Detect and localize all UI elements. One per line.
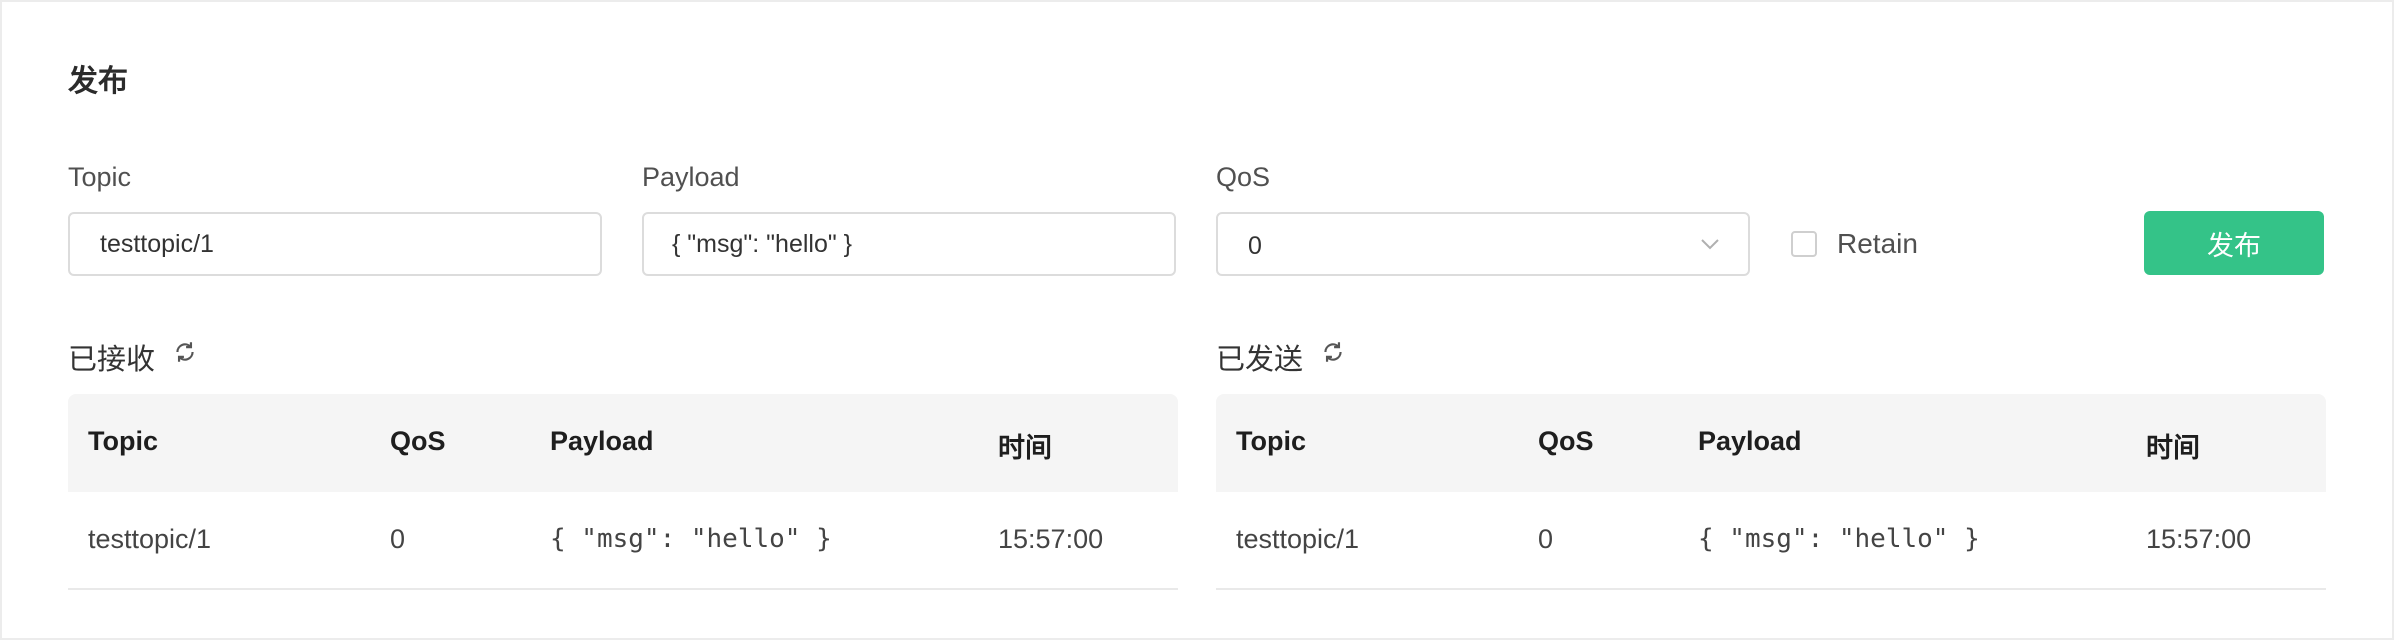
table-row[interactable]: testtopic/1 0 { "msg": "hello" } 15:57:0… <box>1216 492 2326 590</box>
qos-select[interactable]: 0 <box>1216 212 1750 276</box>
received-title: 已接收 <box>68 342 156 376</box>
cell-qos: 0 <box>1538 524 1554 554</box>
payload-input[interactable] <box>642 212 1176 276</box>
topic-label: Topic <box>68 162 132 192</box>
cell-topic: testtopic/1 <box>88 524 212 554</box>
sent-table: Topic QoS Payload 时间 testtopic/1 0 { "ms… <box>1216 394 2326 590</box>
cell-qos: 0 <box>390 524 406 554</box>
qos-selected-value: 0 <box>1248 232 1262 260</box>
cell-topic: testtopic/1 <box>1236 524 1360 554</box>
column-header-time: 时间 <box>2146 433 2200 464</box>
topic-input[interactable] <box>68 212 602 276</box>
column-header-topic: Topic <box>1236 426 1306 456</box>
chevron-down-icon <box>1701 239 1719 250</box>
payload-label: Payload <box>642 162 740 192</box>
panel-title: 发布 <box>68 64 128 99</box>
retain-label[interactable]: Retain <box>1837 228 1918 260</box>
sent-title: 已发送 <box>1216 342 1304 376</box>
column-header-qos: QoS <box>1538 426 1594 456</box>
qos-label: QoS <box>1216 162 1271 192</box>
table-header: Topic QoS Payload 时间 <box>1216 394 2326 492</box>
column-header-payload: Payload <box>1698 426 1802 456</box>
column-header-topic: Topic <box>88 426 158 456</box>
table-header: Topic QoS Payload 时间 <box>68 394 1178 492</box>
cell-time: 15:57:00 <box>2146 524 2252 554</box>
column-header-qos: QoS <box>390 426 446 456</box>
refresh-icon[interactable] <box>1320 339 1346 365</box>
received-table: Topic QoS Payload 时间 testtopic/1 0 { "ms… <box>68 394 1178 590</box>
publish-panel: 发布 Topic Payload QoS 0 Retain 发布 已接收 Top… <box>0 0 2394 640</box>
column-header-payload: Payload <box>550 426 654 456</box>
retain-checkbox[interactable] <box>1791 231 1817 257</box>
cell-payload: { "msg": "hello" } <box>550 524 832 554</box>
cell-time: 15:57:00 <box>998 524 1104 554</box>
refresh-icon[interactable] <box>172 339 198 365</box>
publish-button[interactable]: 发布 <box>2144 211 2324 275</box>
table-row[interactable]: testtopic/1 0 { "msg": "hello" } 15:57:0… <box>68 492 1178 590</box>
column-header-time: 时间 <box>998 433 1052 464</box>
cell-payload: { "msg": "hello" } <box>1698 524 1980 554</box>
